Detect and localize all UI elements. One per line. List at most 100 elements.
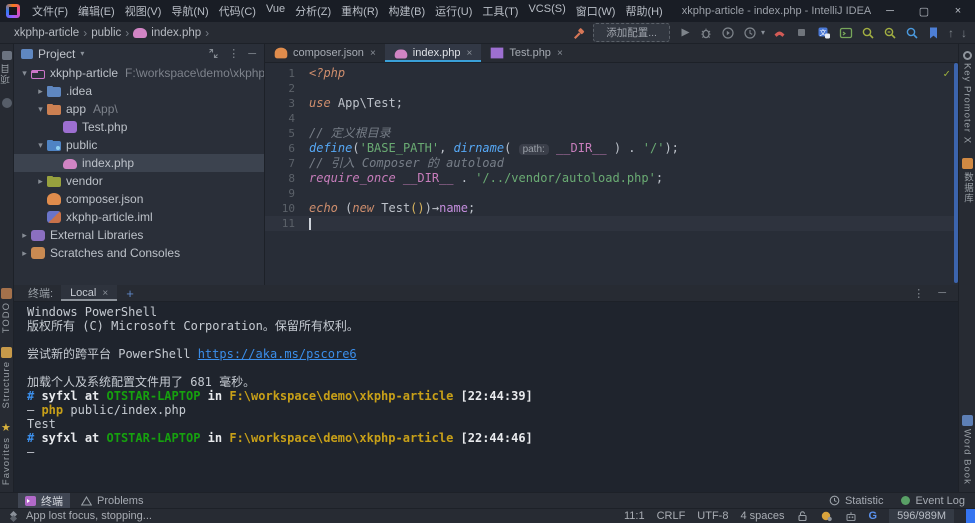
- menu-item[interactable]: 运行(U): [430, 3, 477, 19]
- profiler-clock-icon[interactable]: [743, 25, 758, 40]
- hide-panel-icon[interactable]: ─: [248, 48, 256, 60]
- menu-item[interactable]: 导航(N): [166, 3, 213, 19]
- tree-chevron-icon[interactable]: ▾: [34, 100, 47, 118]
- navigate-back-up-icon[interactable]: ↑: [948, 26, 954, 40]
- stop-phone-icon[interactable]: [772, 25, 787, 40]
- menu-item[interactable]: 重构(R): [336, 3, 383, 19]
- navigate-forward-down-icon[interactable]: ↓: [961, 26, 967, 40]
- terminal-toolwindow-button[interactable]: 终端: [18, 493, 70, 508]
- statistic-button[interactable]: Statistic: [829, 495, 884, 507]
- menu-item[interactable]: 窗口(W): [571, 3, 621, 19]
- menu-item[interactable]: 构建(B): [383, 3, 430, 19]
- tree-chevron-icon[interactable]: ▸: [18, 244, 31, 262]
- editor-tab-composer-json[interactable]: composer.json×: [265, 44, 385, 62]
- tab-close-icon[interactable]: ×: [557, 48, 563, 59]
- problems-toolwindow-button[interactable]: Problems: [74, 493, 150, 508]
- editor-tab-index-php[interactable]: index.php×: [385, 44, 482, 62]
- tree-item-idea[interactable]: ▸.idea: [14, 82, 264, 100]
- find-icon[interactable]: [860, 25, 875, 40]
- breadcrumb-item[interactable]: index.php: [151, 27, 201, 39]
- tab-close-icon[interactable]: ×: [370, 48, 376, 59]
- tree-chevron-icon[interactable]: ▸: [34, 82, 47, 100]
- code-editor[interactable]: ✓ 1<?php23use App\Test;45// 定义根目录6define…: [265, 63, 958, 285]
- tool-stripe-button-wordbook[interactable]: Word Book: [962, 415, 973, 485]
- breadcrumb-chevron-icon: ›: [205, 26, 209, 40]
- tree-item-public[interactable]: ▾public: [14, 136, 264, 154]
- tree-item-app[interactable]: ▾appApp\: [14, 100, 264, 118]
- minimize-button[interactable]: ─: [873, 0, 907, 22]
- stop-square-icon[interactable]: [794, 25, 809, 40]
- run-button-icon[interactable]: [677, 25, 692, 40]
- tool-stripe-button-favorites[interactable]: Favorites: [1, 423, 12, 485]
- menu-item[interactable]: 工具(T): [477, 3, 523, 19]
- tool-stripe-button-project-stripe[interactable]: 项目: [0, 51, 14, 84]
- tree-chevron-icon[interactable]: ▸: [18, 226, 31, 244]
- breadcrumb-item[interactable]: xkphp-article: [14, 27, 79, 39]
- breadcrumb-item[interactable]: public: [91, 27, 121, 39]
- resize-grip[interactable]: [966, 509, 975, 523]
- editor-scrollbar[interactable]: [954, 63, 958, 283]
- code-text: echo (new Test())→name;: [309, 201, 958, 216]
- replace-icon[interactable]: [882, 25, 897, 40]
- tool-stripe-button-database[interactable]: 数据库: [960, 158, 974, 204]
- build-hammer-icon[interactable]: [571, 25, 586, 40]
- tree-item-project-root[interactable]: ▾xkphp-articleF:\workspace\demo\xkphp-ar…: [14, 64, 264, 82]
- project-panel-title[interactable]: Project: [38, 47, 75, 61]
- bookmark-icon[interactable]: [926, 25, 941, 40]
- terminal-options-kebab-icon[interactable]: ⋮: [913, 287, 924, 300]
- robot-plugin-icon[interactable]: [845, 510, 857, 522]
- tree-chevron-icon[interactable]: ▸: [34, 172, 47, 190]
- run-anything-icon[interactable]: [838, 25, 853, 40]
- project-view-dropdown-caret[interactable]: ▾: [80, 49, 84, 58]
- tool-stripe-button-keypromoter[interactable]: Key Promoter X: [962, 51, 973, 144]
- rerun-circle-icon[interactable]: [721, 25, 736, 40]
- caret-position-widget[interactable]: 11:1: [624, 510, 645, 522]
- profiler-dropdown-caret[interactable]: ▾: [761, 28, 765, 37]
- event-log-button[interactable]: Event Log: [901, 495, 965, 507]
- tool-stripe-button-todo[interactable]: TODO: [1, 288, 12, 333]
- menu-item[interactable]: Vue: [261, 3, 290, 19]
- menu-item[interactable]: 编辑(E): [73, 3, 120, 19]
- menu-item[interactable]: 文件(F): [27, 3, 73, 19]
- menu-item[interactable]: 分析(Z): [290, 3, 336, 19]
- memory-indicator[interactable]: 596/989M: [889, 509, 954, 523]
- menu-item[interactable]: 视图(V): [120, 3, 167, 19]
- run-config-selector[interactable]: 添加配置...: [593, 23, 670, 42]
- menu-item[interactable]: 代码(C): [214, 3, 261, 19]
- tree-item-test-php[interactable]: Test.php: [14, 118, 264, 136]
- search-everywhere-icon[interactable]: [904, 25, 919, 40]
- close-button[interactable]: ×: [941, 0, 975, 22]
- menu-item[interactable]: 帮助(H): [620, 3, 667, 19]
- tree-chevron-icon[interactable]: ▾: [18, 64, 31, 82]
- terminal-tab-local[interactable]: Local ×: [61, 285, 117, 301]
- google-translate-icon[interactable]: G: [869, 510, 878, 522]
- terminal-hide-icon[interactable]: ─: [938, 287, 946, 300]
- debug-bug-icon[interactable]: [699, 25, 714, 40]
- translation-plugin-icon[interactable]: 文: [816, 25, 831, 40]
- terminal-link[interactable]: https://aka.ms/pscore6: [198, 347, 357, 361]
- tree-item-external-libraries[interactable]: ▸External Libraries: [14, 226, 264, 244]
- tree-item-index-php[interactable]: index.php: [14, 154, 264, 172]
- readonly-lock-icon[interactable]: [797, 510, 808, 522]
- tree-item-vendor[interactable]: ▸vendor: [14, 172, 264, 190]
- menu-item[interactable]: VCS(S): [523, 3, 570, 19]
- editor-tab-test-php[interactable]: Test.php×: [481, 44, 571, 62]
- inspections-ok-icon[interactable]: ✓: [943, 67, 950, 80]
- encoding-widget[interactable]: UTF-8: [697, 510, 728, 522]
- collapse-all-icon[interactable]: [208, 48, 219, 59]
- tree-chevron-icon[interactable]: ▾: [34, 136, 47, 154]
- notifications-gear-icon[interactable]: [820, 510, 833, 522]
- tree-item-iml[interactable]: xkphp-article.iml: [14, 208, 264, 226]
- tool-stripe-button-structure[interactable]: Structure: [1, 347, 12, 409]
- terminal-output[interactable]: Windows PowerShell版权所有 (C) Microsoft Cor…: [14, 302, 958, 492]
- line-ending-widget[interactable]: CRLF: [657, 510, 686, 522]
- tree-item-scratches[interactable]: ▸Scratches and Consoles: [14, 244, 264, 262]
- new-terminal-session-button[interactable]: +: [117, 286, 143, 301]
- tool-stripe-button-plugin-circle[interactable]: [2, 98, 12, 108]
- panel-options-kebab-icon[interactable]: ⋮: [228, 47, 239, 60]
- indent-widget[interactable]: 4 spaces: [740, 510, 784, 522]
- terminal-tab-close-icon[interactable]: ×: [102, 288, 108, 299]
- tree-item-composer-json[interactable]: composer.json: [14, 190, 264, 208]
- tab-close-icon[interactable]: ×: [467, 48, 473, 59]
- maximize-button[interactable]: ▢: [907, 0, 941, 22]
